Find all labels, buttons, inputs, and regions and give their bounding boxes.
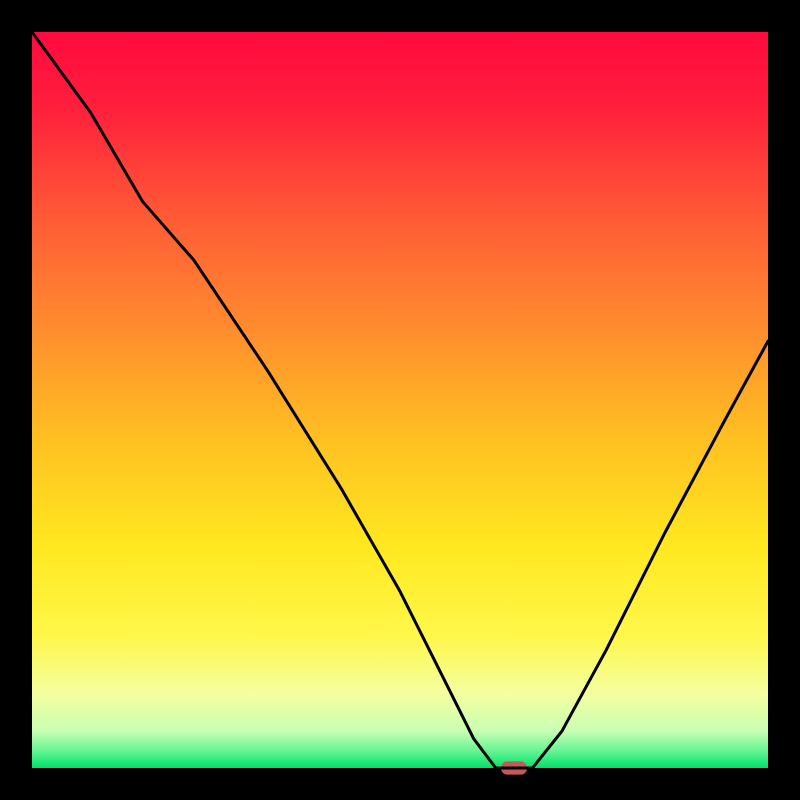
- chart-plot-area: [32, 32, 768, 768]
- bottleneck-chart: [0, 0, 800, 800]
- chart-stage: TheBottleneck.com: [0, 0, 800, 800]
